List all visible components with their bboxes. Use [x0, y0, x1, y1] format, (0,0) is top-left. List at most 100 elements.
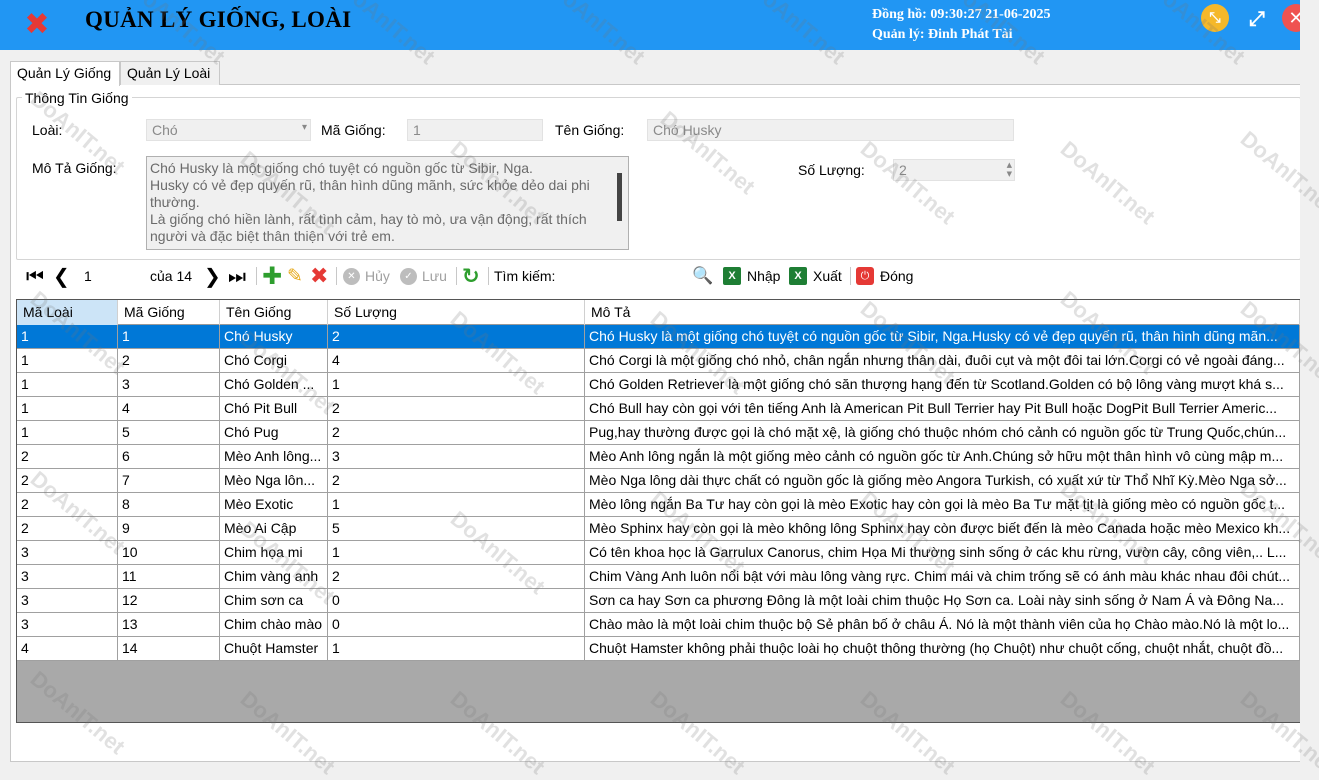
cell-mo-ta[interactable]: Mèo Sphinx hay còn gọi là mèo không lông… [585, 517, 1300, 540]
cell-ten-giong[interactable]: Chuột Hamster [220, 637, 328, 660]
cell-ten-giong[interactable]: Chó Pug [220, 421, 328, 444]
cell-ma-loai[interactable]: 2 [17, 445, 118, 468]
spin-down-icon[interactable]: ▼ [1007, 170, 1012, 178]
tab-quan-ly-loai[interactable]: Quản Lý Loài [120, 61, 220, 85]
cell-mo-ta[interactable]: Chào mào là một loài chim thuộc bộ Sẻ ph… [585, 613, 1300, 636]
cell-ten-giong[interactable]: Mèo Ai Cập [220, 517, 328, 540]
cell-so-luong[interactable]: 5 [328, 517, 585, 540]
search-input[interactable] [557, 265, 687, 287]
cell-ma-loai[interactable]: 3 [17, 613, 118, 636]
prev-page-button[interactable]: ❮ [53, 262, 70, 290]
cell-ma-loai[interactable]: 2 [17, 517, 118, 540]
close-form-button[interactable]: ⏻ Đóng [856, 262, 913, 290]
cell-ma-loai[interactable]: 1 [17, 397, 118, 420]
cell-ten-giong[interactable]: Chim họa mi [220, 541, 328, 564]
export-button[interactable]: X Xuất [789, 262, 842, 290]
first-page-button[interactable]: ⏮ [26, 262, 44, 290]
col-header-ten-giong[interactable]: Tên Giống [220, 300, 328, 325]
cell-so-luong[interactable]: 2 [328, 469, 585, 492]
cell-ma-giong[interactable]: 11 [118, 565, 220, 588]
minimize-button[interactable]: ⤡ [1201, 4, 1229, 32]
col-header-so-luong[interactable]: Số Lượng [328, 300, 585, 325]
cell-ma-giong[interactable]: 4 [118, 397, 220, 420]
cancel-button[interactable]: ✕ Hủy [343, 262, 390, 290]
cell-ten-giong[interactable]: Chim chào mào [220, 613, 328, 636]
cell-so-luong[interactable]: 2 [328, 397, 585, 420]
last-page-button[interactable]: ⏭ [228, 262, 246, 290]
cell-so-luong[interactable]: 2 [328, 565, 585, 588]
cell-so-luong[interactable]: 3 [328, 445, 585, 468]
cell-ma-giong[interactable]: 10 [118, 541, 220, 564]
loai-combobox[interactable]: Chó ▾ [146, 119, 311, 141]
table-row[interactable]: 4 14 Chuột Hamster 1 Chuột Hamster không phả… [17, 637, 1300, 661]
table-row[interactable]: 2 6 Mèo Anh lông... 3 Mèo Anh lông ngắn là m… [17, 445, 1300, 469]
mo-ta-scrollbar[interactable] [617, 173, 622, 221]
search-button[interactable]: 🔍 [692, 262, 713, 290]
cell-ma-giong[interactable]: 6 [118, 445, 220, 468]
cell-mo-ta[interactable]: Chó Golden Retriever là một giống chó să… [585, 373, 1300, 396]
cell-ma-loai[interactable]: 2 [17, 493, 118, 516]
cell-ten-giong[interactable]: Chó Corgi [220, 349, 328, 372]
cell-so-luong[interactable]: 2 [328, 325, 585, 348]
cell-so-luong[interactable]: 1 [328, 637, 585, 660]
ma-giong-field[interactable]: 1 [407, 119, 543, 141]
cell-so-luong[interactable]: 2 [328, 421, 585, 444]
table-row[interactable]: 1 2 Chó Corgi 4 Chó Corgi là một giống chó n… [17, 349, 1300, 373]
cell-ten-giong[interactable]: Chó Husky [220, 325, 328, 348]
edit-button[interactable]: ✎ [287, 262, 303, 290]
col-header-ma-loai[interactable]: Mã Loài [17, 300, 118, 325]
cell-so-luong[interactable]: 1 [328, 493, 585, 516]
giong-data-grid[interactable]: Mã Loài Mã Giống Tên Giống Số Lượng Mô T… [16, 299, 1301, 723]
table-row[interactable]: 3 11 Chim vàng anh 2 Chim Vàng Anh luôn nổi … [17, 565, 1300, 589]
table-row[interactable]: 1 4 Chó Pit Bull 2 Chó Bull hay còn gọi với … [17, 397, 1300, 421]
cell-ma-giong[interactable]: 9 [118, 517, 220, 540]
cell-ma-giong[interactable]: 12 [118, 589, 220, 612]
cell-ten-giong[interactable]: Chim sơn ca [220, 589, 328, 612]
cell-ma-loai[interactable]: 3 [17, 541, 118, 564]
so-luong-spinner[interactable]: 2 ▲ ▼ [893, 159, 1015, 181]
cell-mo-ta[interactable]: Pug,hay thường được gọi là chó mặt xệ, l… [585, 421, 1300, 444]
cell-mo-ta[interactable]: Sơn ca hay Sơn ca phương Đông là một loà… [585, 589, 1300, 612]
delete-button[interactable]: ✖ [310, 262, 328, 290]
cell-ma-loai[interactable]: 3 [17, 565, 118, 588]
cell-ten-giong[interactable]: Mèo Anh lông... [220, 445, 328, 468]
cell-mo-ta[interactable]: Chuột Hamster không phải thuộc loài họ c… [585, 637, 1300, 660]
mo-ta-textarea[interactable]: Chó Husky là một giống chó tuyệt có nguồ… [146, 156, 629, 250]
cell-mo-ta[interactable]: Chó Corgi là một giống chó nhỏ, chân ngắ… [585, 349, 1300, 372]
cell-ma-loai[interactable]: 1 [17, 349, 118, 372]
table-row[interactable]: 2 7 Mèo Nga lôn... 2 Mèo Nga lông dài thực c… [17, 469, 1300, 493]
cell-ten-giong[interactable]: Chó Pit Bull [220, 397, 328, 420]
col-header-ma-giong[interactable]: Mã Giống [118, 300, 220, 325]
next-page-button[interactable]: ❯ [204, 262, 221, 290]
save-button[interactable]: ✓ Lưu [400, 262, 447, 290]
cell-ten-giong[interactable]: Chó Golden ... [220, 373, 328, 396]
add-button[interactable]: ✚ [262, 262, 282, 290]
cell-so-luong[interactable]: 0 [328, 613, 585, 636]
table-row[interactable]: 1 1 Chó Husky 2 Chó Husky là một giống chó t… [17, 325, 1300, 349]
cell-mo-ta[interactable]: Mèo Anh lông ngắn là một giống mèo cảnh … [585, 445, 1300, 468]
cell-ma-giong[interactable]: 13 [118, 613, 220, 636]
table-row[interactable]: 3 10 Chim họa mi 1 Có tên khoa học là Garrul… [17, 541, 1300, 565]
table-row[interactable]: 2 9 Mèo Ai Cập 5 Mèo Sphinx hay còn gọi là m… [17, 517, 1300, 541]
cell-ma-loai[interactable]: 2 [17, 469, 118, 492]
table-row[interactable]: 1 3 Chó Golden ... 1 Chó Golden Retriever là… [17, 373, 1300, 397]
tab-quan-ly-giong[interactable]: Quản Lý Giống [10, 61, 120, 86]
cell-mo-ta[interactable]: Chó Bull hay còn gọi với tên tiếng Anh l… [585, 397, 1300, 420]
cell-ma-giong[interactable]: 3 [118, 373, 220, 396]
cell-ma-giong[interactable]: 1 [118, 325, 220, 348]
import-button[interactable]: X Nhập [723, 262, 780, 290]
cell-ma-loai[interactable]: 1 [17, 373, 118, 396]
page-number-input[interactable] [80, 265, 146, 287]
cell-mo-ta[interactable]: Mèo Nga lông dài thực chất có nguồn gốc … [585, 469, 1300, 492]
table-row[interactable]: 1 5 Chó Pug 2 Pug,hay thường được gọi là chó… [17, 421, 1300, 445]
cell-so-luong[interactable]: 1 [328, 541, 585, 564]
cell-ma-loai[interactable]: 1 [17, 421, 118, 444]
refresh-button[interactable]: ↻ [462, 262, 480, 290]
cell-ma-giong[interactable]: 7 [118, 469, 220, 492]
maximize-button[interactable]: ⤢ [1243, 4, 1271, 32]
cell-so-luong[interactable]: 4 [328, 349, 585, 372]
cell-mo-ta[interactable]: Mèo lông ngắn Ba Tư hay còn gọi là mèo E… [585, 493, 1300, 516]
table-row[interactable]: 3 12 Chim sơn ca 0 Sơn ca hay Sơn ca phương … [17, 589, 1300, 613]
cell-ma-loai[interactable]: 1 [17, 325, 118, 348]
ten-giong-field[interactable]: Chó Husky [647, 119, 1014, 141]
